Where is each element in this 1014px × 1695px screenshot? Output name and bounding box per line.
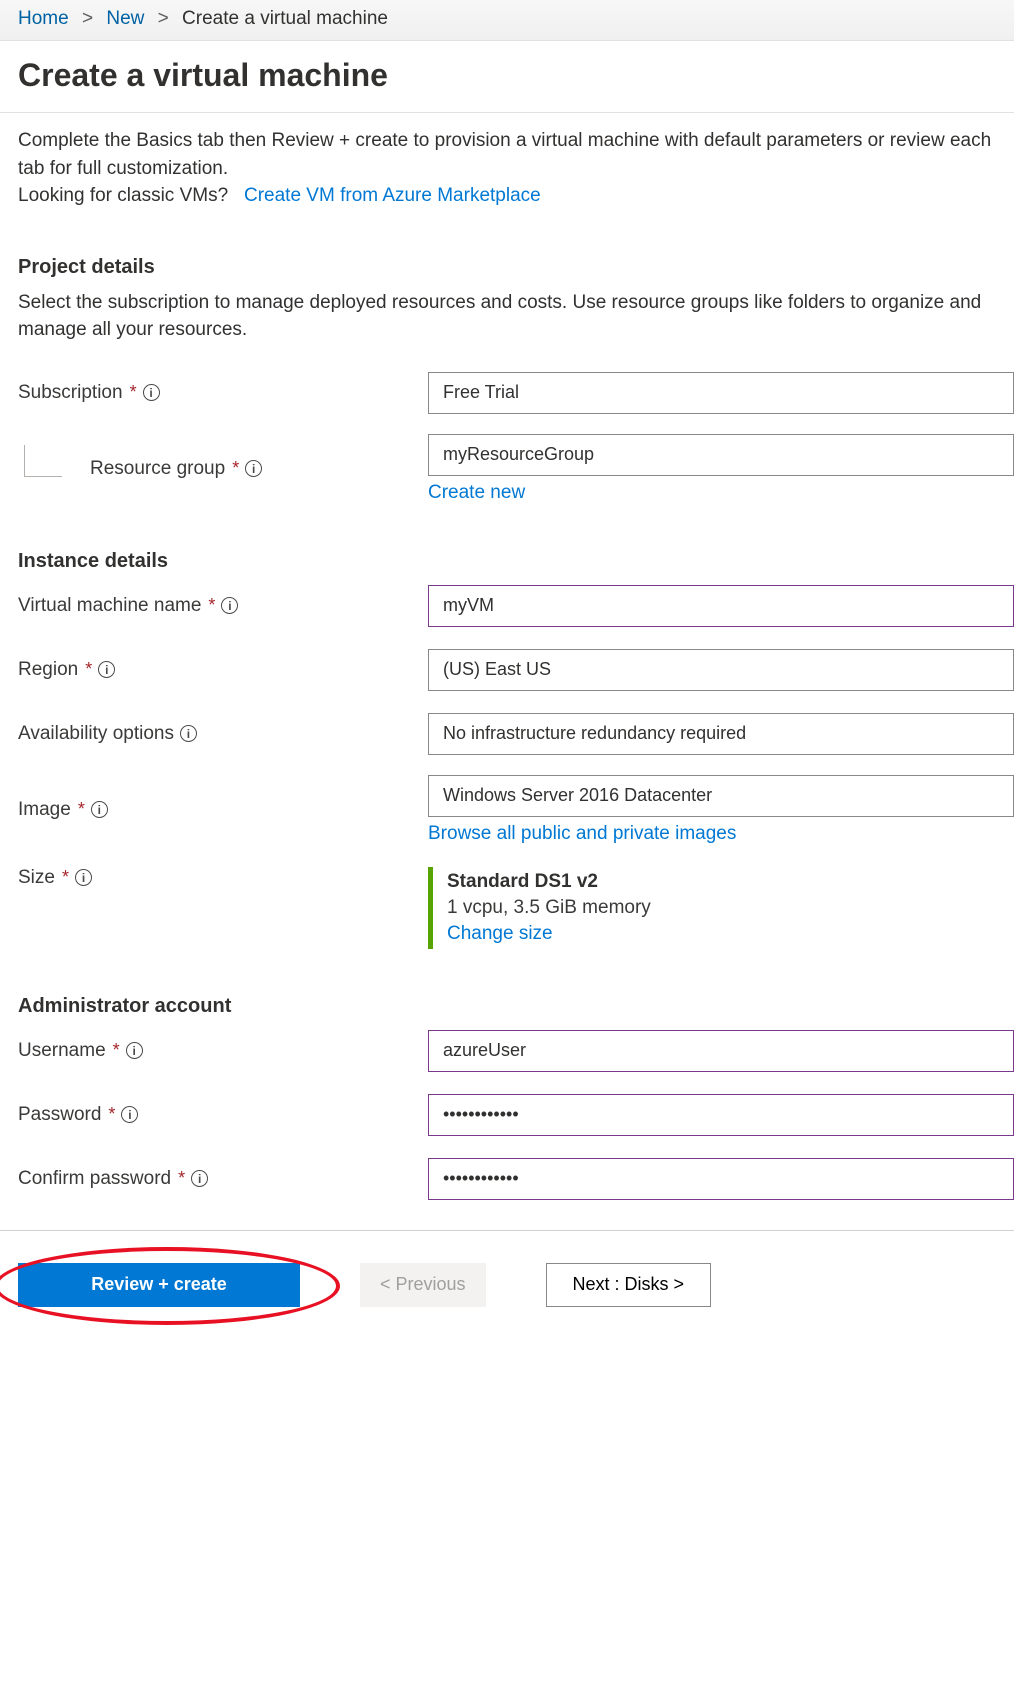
project-details-heading: Project details [18,256,1014,279]
resource-group-select[interactable] [428,434,1014,476]
intro-line: Complete the Basics tab then Review + cr… [18,130,991,179]
info-icon[interactable]: i [98,661,115,678]
intro-text: Complete the Basics tab then Review + cr… [18,127,1014,210]
breadcrumb: Home > New > Create a virtual machine [0,0,1014,41]
info-icon[interactable]: i [191,1170,208,1187]
previous-button: < Previous [360,1263,486,1307]
info-icon[interactable]: i [91,801,108,818]
availability-label: Availability options [18,723,174,745]
password-label: Password [18,1104,101,1126]
required-icon: * [232,458,239,479]
create-new-resource-group-link[interactable]: Create new [428,482,1014,504]
required-icon: * [78,799,85,820]
chevron-right-icon: > [158,8,169,29]
project-details-desc: Select the subscription to manage deploy… [18,289,1014,344]
required-icon: * [208,595,215,616]
chevron-right-icon: > [82,8,93,29]
username-label: Username [18,1040,106,1062]
resource-group-label: Resource group [90,458,225,480]
required-icon: * [62,867,69,888]
info-icon[interactable]: i [121,1106,138,1123]
required-icon: * [108,1104,115,1125]
size-name: Standard DS1 v2 [447,871,1014,893]
divider [0,112,1014,113]
instance-details-heading: Instance details [18,550,1014,573]
info-icon[interactable]: i [75,869,92,886]
info-icon[interactable]: i [221,597,238,614]
info-icon[interactable]: i [126,1042,143,1059]
review-create-button[interactable]: Review + create [18,1263,300,1307]
image-label: Image [18,799,71,821]
change-size-link[interactable]: Change size [447,923,1014,945]
tree-indent-icon [24,445,62,477]
password-input[interactable] [428,1094,1014,1136]
info-icon[interactable]: i [245,460,262,477]
classic-prompt: Looking for classic VMs? [18,185,228,206]
size-label: Size [18,867,55,889]
required-icon: * [113,1040,120,1061]
vm-name-input[interactable] [428,585,1014,627]
browse-images-link[interactable]: Browse all public and private images [428,823,1014,845]
info-icon[interactable]: i [143,384,160,401]
region-select[interactable] [428,649,1014,691]
next-disks-button[interactable]: Next : Disks > [546,1263,712,1307]
classic-marketplace-link[interactable]: Create VM from Azure Marketplace [244,185,541,206]
confirm-password-input[interactable] [428,1158,1014,1200]
breadcrumb-new[interactable]: New [106,8,144,29]
subscription-select[interactable] [428,372,1014,414]
size-spec: 1 vcpu, 3.5 GiB memory [447,897,1014,919]
availability-select[interactable] [428,713,1014,755]
subscription-label: Subscription [18,382,123,404]
breadcrumb-current: Create a virtual machine [182,8,388,29]
footer-bar: Review + create < Previous Next : Disks … [0,1230,1014,1347]
image-select[interactable] [428,775,1014,817]
admin-account-heading: Administrator account [18,995,1014,1018]
info-icon[interactable]: i [180,725,197,742]
vm-name-label: Virtual machine name [18,595,201,617]
breadcrumb-home[interactable]: Home [18,8,69,29]
required-icon: * [130,382,137,403]
page-title: Create a virtual machine [18,57,1014,94]
username-input[interactable] [428,1030,1014,1072]
required-icon: * [178,1168,185,1189]
required-icon: * [85,659,92,680]
confirm-password-label: Confirm password [18,1168,171,1190]
region-label: Region [18,659,78,681]
size-info-block: Standard DS1 v2 1 vcpu, 3.5 GiB memory C… [428,867,1014,949]
